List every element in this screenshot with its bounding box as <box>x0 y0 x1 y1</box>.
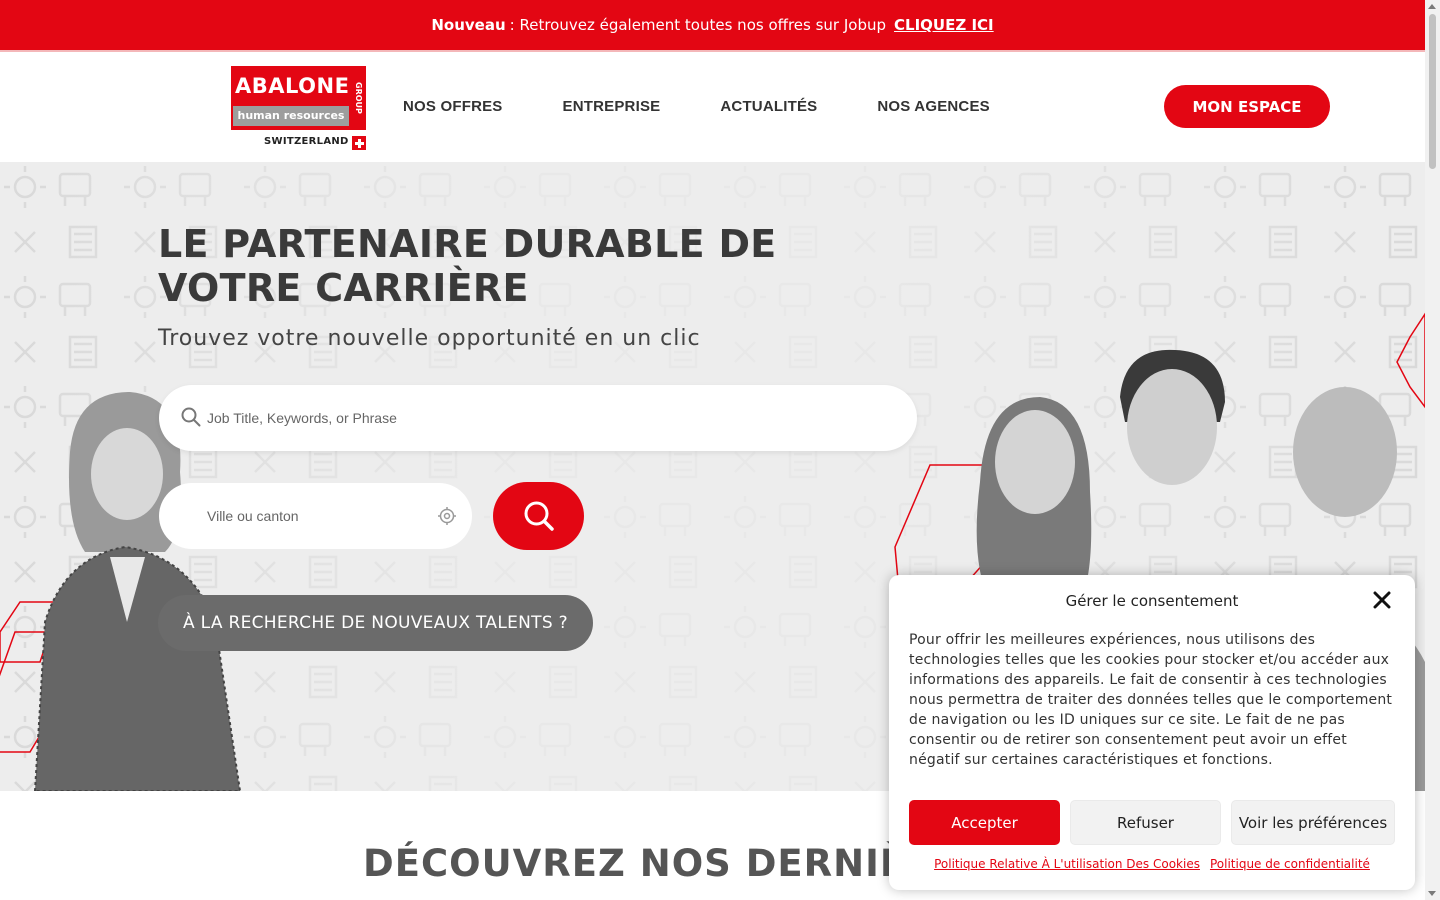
refuse-button[interactable]: Refuser <box>1070 800 1221 845</box>
privacy-policy-link[interactable]: Politique de confidentialité <box>1210 857 1370 871</box>
nav-item-entreprise[interactable]: ENTREPRISE <box>563 98 661 115</box>
cookie-policy-link[interactable]: Politique Relative À L'utilisation Des C… <box>934 857 1200 871</box>
consent-links: Politique Relative À L'utilisation Des C… <box>889 857 1415 871</box>
location-target-icon[interactable] <box>437 506 457 526</box>
main-nav: NOS OFFRES ENTREPRISE ACTUALITÉS NOS AGE… <box>403 98 990 115</box>
swiss-flag-icon <box>352 136 366 150</box>
nav-item-offres[interactable]: NOS OFFRES <box>403 98 503 115</box>
job-search-bar <box>159 385 917 451</box>
location-search-bar <box>159 483 472 549</box>
site-header: ABALONE human resources GROUP SWITZERLAN… <box>0 50 1425 162</box>
location-input[interactable] <box>207 499 427 533</box>
scroll-thumb[interactable] <box>1429 14 1436 169</box>
logo-group: GROUP <box>351 66 366 130</box>
announcement-text: : Retrouvez également toutes nos offres … <box>509 16 887 34</box>
scroll-up-arrow-icon[interactable] <box>1428 4 1436 9</box>
hero-title: LE PARTENAIRE DURABLE DE VOTRE CARRIÈRE <box>158 222 777 310</box>
announcement-label: Nouveau <box>431 16 506 34</box>
logo[interactable]: ABALONE human resources GROUP SWITZERLAN… <box>231 66 367 152</box>
close-icon[interactable] <box>1373 591 1391 609</box>
logo-box: ABALONE human resources <box>231 66 351 130</box>
consent-text: Pour offrir les meilleures expériences, … <box>909 632 1393 768</box>
cookie-consent-modal: Gérer le consentement Pour offrir les me… <box>889 575 1415 890</box>
preferences-button[interactable]: Voir les préférences <box>1231 800 1395 845</box>
scroll-down-arrow-icon[interactable] <box>1428 891 1436 896</box>
logo-tagline: human resources <box>233 106 349 126</box>
logo-country: SWITZERLAND <box>264 136 349 147</box>
page-scrollbar[interactable] <box>1425 0 1440 900</box>
talents-button[interactable]: À LA RECHERCHE DE NOUVEAUX TALENTS ? <box>158 595 593 651</box>
hero-subtitle: Trouvez votre nouvelle opportunité en un… <box>158 326 701 351</box>
search-icon <box>181 407 201 427</box>
consent-title: Gérer le consentement <box>1065 592 1239 610</box>
latest-offers-heading: DÉCOUVREZ NOS DERNIÈRE <box>363 842 962 885</box>
nav-item-actualites[interactable]: ACTUALITÉS <box>720 98 817 115</box>
job-search-input[interactable] <box>207 401 887 435</box>
logo-name: ABALONE <box>235 74 350 98</box>
announcement-link[interactable]: CLIQUEZ ICI <box>894 16 994 34</box>
accept-button[interactable]: Accepter <box>909 800 1060 845</box>
announcement-bar: Nouveau : Retrouvez également toutes nos… <box>0 0 1425 50</box>
nav-item-agences[interactable]: NOS AGENCES <box>877 98 990 115</box>
search-icon <box>524 501 554 531</box>
mon-espace-button[interactable]: MON ESPACE <box>1164 85 1330 128</box>
search-button[interactable] <box>493 482 584 550</box>
